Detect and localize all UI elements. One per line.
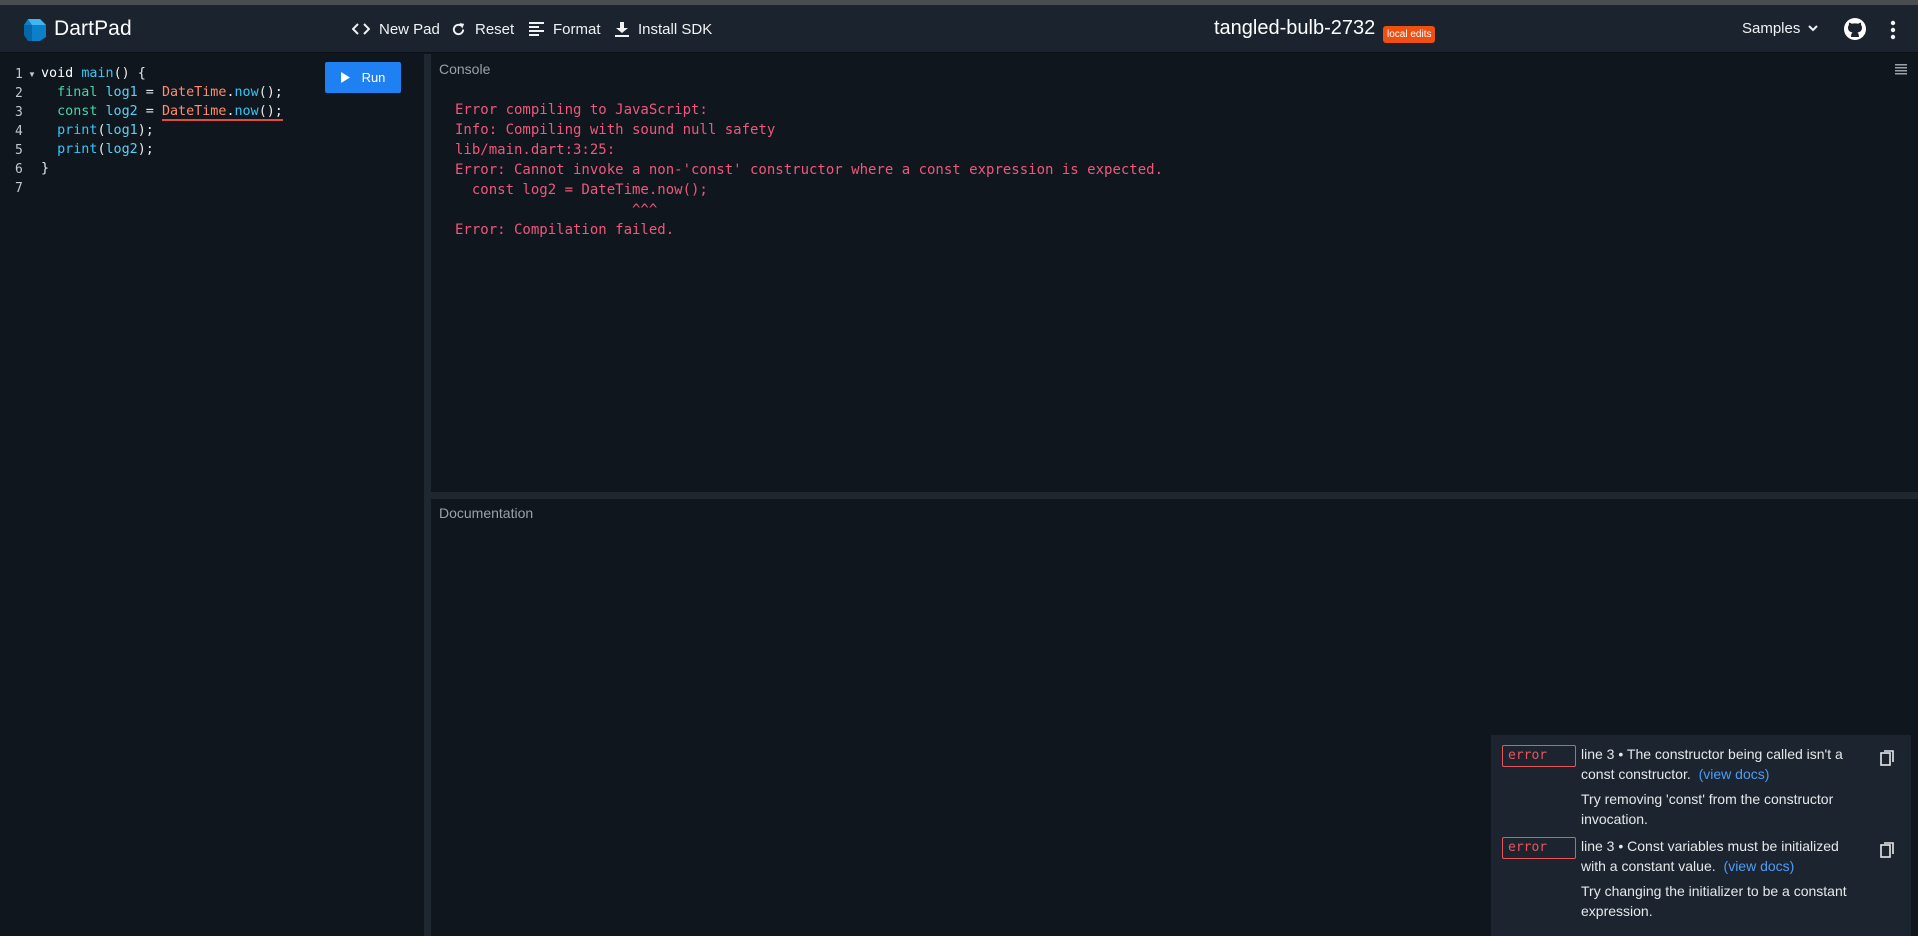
code-line: print(log2); [57,142,154,157]
code-token: const [57,104,98,119]
code-token: . [226,85,235,100]
code-token: (); [258,104,283,119]
problem-message: line 3 • Const variables must be initial… [1581,836,1851,876]
code-line: } [41,161,49,176]
console-output: Error compiling to JavaScript: Info: Com… [455,102,1164,238]
fold-triangle-icon[interactable]: ▼ [28,70,36,79]
play-icon [340,72,350,83]
console-label: Console [439,61,491,77]
run-button[interactable]: Run [325,62,401,93]
problem-text: line 3 • Const variables must be initial… [1581,838,1839,874]
refresh-icon [452,22,465,35]
copy-icon[interactable] [1880,750,1894,766]
samples-dropdown[interactable]: Samples [1742,20,1819,37]
chevron-down-icon [1808,25,1819,32]
code-token: = [137,104,162,119]
code-line: final log1 = DateTime.now(); [41,85,283,100]
app-name[interactable]: DartPad [54,17,132,41]
error-squiggle[interactable]: DateTime.now(); [161,104,283,121]
line-number: 3 [15,105,23,120]
problems-panel: error line 3 • The constructor being cal… [1491,735,1911,936]
install-sdk-button[interactable]: Install SDK [615,17,712,41]
code-token: DateTime [161,104,227,119]
code-token: } [41,161,50,176]
app-header: DartPad New Pad Reset Format Install SDK [0,5,1918,53]
code-token: log1 [105,85,138,100]
line-number: 1 [15,67,23,82]
format-label: Format [553,20,601,38]
code-token: log2 [105,142,138,157]
code-token: (); [258,85,283,100]
line-number: 7 [15,181,23,196]
code-token: = [137,85,162,100]
run-label: Run [361,70,386,85]
reset-button[interactable]: Reset [451,17,514,41]
code-line: void main() { [41,66,146,81]
new-pad-button[interactable]: New Pad [352,17,440,41]
problem-message: line 3 • The constructor being called is… [1581,744,1851,784]
line-number: 6 [15,162,23,177]
code-token: DateTime [161,85,227,100]
code-token: void [41,66,74,81]
code-token: () { [113,66,146,81]
error-tag: error [1502,745,1576,767]
code-token: log2 [105,104,138,119]
code-editor[interactable]: 1 ▼ 2 3 4 5 6 7 void main() { final log1… [0,54,424,936]
horizontal-splitter[interactable] [431,492,1918,499]
documentation-label: Documentation [439,505,534,521]
code-brackets-icon [352,23,370,35]
reset-label: Reset [475,20,515,38]
code-token: now [234,85,259,100]
new-pad-label: New Pad [379,20,440,38]
more-vert-icon[interactable] [1883,19,1903,41]
format-align-icon [529,22,544,36]
code-line: const log2 = DateTime.now(); [41,104,283,121]
line-number: 2 [15,86,23,101]
code-token: ); [137,142,154,157]
pad-title[interactable]: tangled-bulb-2732 [1214,17,1375,40]
code-token: log1 [105,123,138,138]
code-token: print [57,123,98,138]
problem-hint: Try changing the initializer to be a con… [1581,883,1847,919]
code-token: ); [137,123,154,138]
dart-logo-icon [24,19,46,41]
clear-console-icon[interactable] [1894,63,1908,75]
code-token: print [57,142,98,157]
format-button[interactable]: Format [529,17,601,41]
code-token: now [234,104,259,119]
error-tag: error [1502,837,1576,859]
vertical-splitter[interactable] [424,54,431,936]
samples-label: Samples [1742,20,1801,37]
view-docs-link[interactable]: (view docs) [1699,766,1770,782]
code-line: print(log1); [57,123,154,138]
code-token: . [226,104,235,119]
problem-hint: Try removing 'const' from the constructo… [1581,791,1834,827]
github-icon[interactable] [1843,17,1867,41]
local-edits-badge: local edits [1383,26,1436,43]
line-number: 4 [15,124,23,139]
install-sdk-label: Install SDK [638,20,713,38]
code-token: main [81,66,114,81]
code-token: final [57,85,98,100]
download-icon [615,21,629,37]
view-docs-link[interactable]: (view docs) [1724,858,1795,874]
copy-icon[interactable] [1880,842,1894,858]
line-number: 5 [15,143,23,158]
